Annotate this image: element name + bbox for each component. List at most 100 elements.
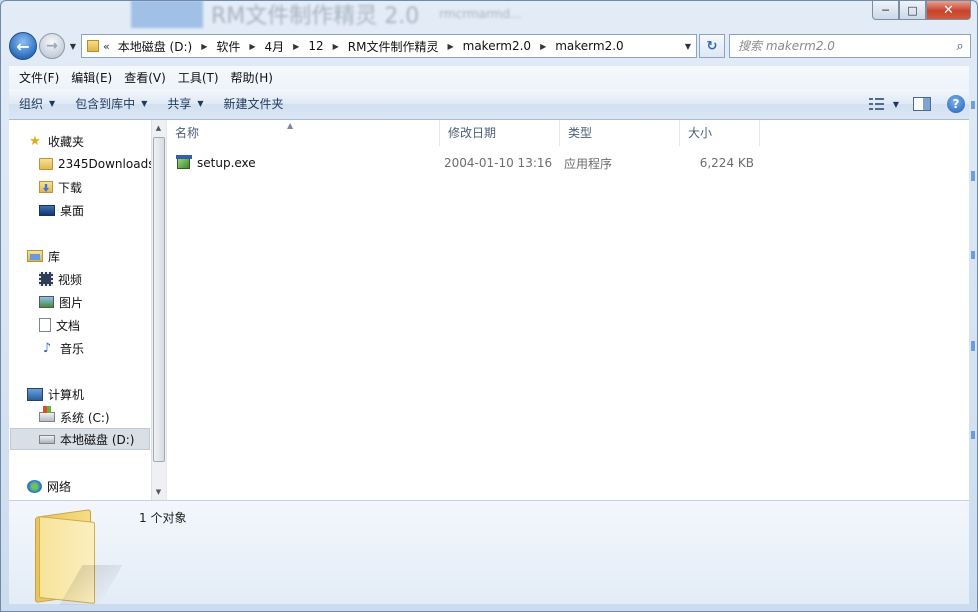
new-folder-button[interactable]: 新建文件夹 bbox=[214, 92, 294, 116]
column-header: 名称 ▲ 修改日期 类型 大小 bbox=[167, 120, 969, 146]
sidebar-item-drive-c[interactable]: 系统 (C:) bbox=[39, 406, 110, 428]
sidebar-item-drive-d[interactable]: 本地磁盘 (D:) bbox=[10, 428, 150, 450]
minimize-button[interactable]: ─ bbox=[872, 1, 899, 20]
sidebar-item-libraries[interactable]: 库 bbox=[27, 245, 60, 267]
sidebar-item-documents[interactable]: 文档 bbox=[39, 314, 80, 336]
scroll-up-icon[interactable]: ▲ bbox=[152, 124, 165, 132]
help-icon[interactable]: ? bbox=[947, 95, 965, 113]
search-input[interactable] bbox=[738, 39, 950, 53]
share-label: 共享 bbox=[167, 97, 192, 111]
folder-icon bbox=[87, 40, 99, 52]
sidebar-item-2345downloads[interactable]: 2345Downloads bbox=[39, 153, 151, 175]
sidebar-item-videos[interactable]: 视频 bbox=[39, 268, 82, 290]
address-dropdown-icon[interactable]: ▼ bbox=[680, 42, 696, 51]
sidebar-item-desktop[interactable]: 桌面 bbox=[39, 199, 84, 221]
file-size: 6,224 KB bbox=[699, 156, 754, 170]
column-date-modified[interactable]: 修改日期 bbox=[440, 120, 560, 146]
refresh-button[interactable]: ↻ bbox=[699, 34, 725, 58]
navigation-scrollbar[interactable]: ▲ ▼ bbox=[151, 120, 166, 500]
column-date-label: 修改日期 bbox=[448, 126, 497, 140]
organize-button[interactable]: 组织 ▼ bbox=[9, 92, 65, 116]
library-icon bbox=[27, 250, 43, 262]
caption-buttons: ─ □ ✕ bbox=[872, 1, 971, 20]
large-folder-icon bbox=[31, 505, 123, 605]
include-in-library-button[interactable]: 包含到库中 ▼ bbox=[65, 92, 157, 116]
column-name[interactable]: 名称 ▲ bbox=[167, 120, 440, 146]
column-size[interactable]: 大小 bbox=[680, 120, 760, 146]
menu-help[interactable]: 帮助(H) bbox=[225, 67, 279, 89]
maximize-button[interactable]: □ bbox=[899, 1, 926, 20]
menu-view[interactable]: 查看(V) bbox=[118, 67, 172, 89]
menu-edit[interactable]: 编辑(E) bbox=[65, 67, 118, 89]
navigation-pane: ★ 收藏夹 2345Downloads 下载 桌面 库 视频 图片 文档 ♪ 音… bbox=[9, 120, 151, 500]
menu-file[interactable]: 文件(F) bbox=[13, 67, 65, 89]
explorer-window: RM文件制作精灵 2.0 rmcrmarmd... ─ □ ✕ ← → ▼ « … bbox=[0, 0, 978, 612]
music-note-icon: ♪ bbox=[42, 340, 52, 356]
content-area: ★ 收藏夹 2345Downloads 下载 桌面 库 视频 图片 文档 ♪ 音… bbox=[9, 120, 969, 500]
background-window-edge bbox=[969, 61, 977, 611]
sidebar-item-music[interactable]: ♪ 音乐 bbox=[39, 337, 84, 359]
column-type[interactable]: 类型 bbox=[560, 120, 680, 146]
background-app-logo bbox=[131, 1, 203, 28]
view-options-dropdown-icon[interactable]: ▼ bbox=[893, 100, 899, 109]
sidebar-item-network[interactable]: 网络 bbox=[27, 475, 71, 497]
address-bar[interactable]: « 本地磁盘 (D:) ▶ 软件 ▶ 4月 ▶ 12 ▶ RM文件制作精灵 ▶ … bbox=[81, 34, 697, 58]
sidebar-item-label: 图片 bbox=[59, 295, 84, 310]
breadcrumb-item[interactable]: RM文件制作精灵 bbox=[348, 38, 439, 55]
scrollbar-thumb[interactable] bbox=[153, 137, 165, 462]
breadcrumb-item[interactable]: 本地磁盘 (D:) bbox=[118, 38, 192, 55]
back-button[interactable]: ← bbox=[9, 32, 37, 60]
document-icon bbox=[39, 318, 51, 332]
share-button[interactable]: 共享 ▼ bbox=[157, 92, 213, 116]
breadcrumb: 本地磁盘 (D:) ▶ 软件 ▶ 4月 ▶ 12 ▶ RM文件制作精灵 ▶ ma… bbox=[118, 38, 624, 55]
table-row[interactable]: setup.exe 2004-01-10 13:16 应用程序 6,224 KB bbox=[176, 152, 766, 174]
search-icon[interactable]: ⌕ bbox=[950, 39, 970, 54]
sidebar-item-favorites[interactable]: ★ 收藏夹 bbox=[27, 130, 84, 152]
sidebar-item-downloads[interactable]: 下载 bbox=[39, 176, 82, 198]
background-subtitle-text: rmcrmarmd... bbox=[439, 7, 522, 21]
folder-icon bbox=[39, 158, 53, 170]
breadcrumb-overflow[interactable]: « bbox=[103, 40, 110, 53]
refresh-icon: ↻ bbox=[706, 38, 718, 54]
star-icon: ★ bbox=[29, 133, 41, 149]
back-arrow-icon: ← bbox=[16, 36, 30, 56]
breadcrumb-separator-icon[interactable]: ▶ bbox=[293, 42, 299, 51]
sidebar-item-label: 本地磁盘 (D:) bbox=[60, 432, 135, 447]
column-size-label: 大小 bbox=[688, 126, 713, 140]
chevron-down-icon: ▼ bbox=[49, 99, 56, 108]
breadcrumb-item[interactable]: makerm2.0 bbox=[463, 39, 531, 53]
sidebar-item-label: 视频 bbox=[58, 272, 83, 287]
sidebar-item-label: 音乐 bbox=[60, 341, 85, 356]
menu-tools[interactable]: 工具(T) bbox=[172, 67, 225, 89]
breadcrumb-item[interactable]: 4月 bbox=[265, 38, 285, 55]
sort-ascending-icon: ▲ bbox=[287, 121, 294, 130]
change-view-icon[interactable] bbox=[868, 97, 885, 111]
background-app-title: RM文件制作精灵 2.0 rmcrmarmd... bbox=[131, 1, 561, 29]
breadcrumb-separator-icon[interactable]: ▶ bbox=[540, 42, 546, 51]
forward-button[interactable]: → bbox=[39, 33, 65, 59]
sidebar-item-computer[interactable]: 计算机 bbox=[27, 383, 84, 405]
search-box[interactable]: ⌕ bbox=[729, 34, 971, 58]
recent-pages-dropdown[interactable]: ▼ bbox=[67, 42, 79, 51]
breadcrumb-separator-icon[interactable]: ▶ bbox=[201, 42, 207, 51]
picture-icon bbox=[39, 296, 54, 308]
preview-pane-icon[interactable] bbox=[913, 97, 931, 111]
breadcrumb-item[interactable]: 12 bbox=[308, 39, 323, 53]
new-folder-label: 新建文件夹 bbox=[223, 97, 284, 111]
breadcrumb-item[interactable]: 软件 bbox=[216, 38, 240, 55]
column-type-label: 类型 bbox=[568, 126, 593, 140]
breadcrumb-separator-icon[interactable]: ▶ bbox=[447, 42, 453, 51]
menu-bar: 文件(F) 编辑(E) 查看(V) 工具(T) 帮助(H) bbox=[9, 65, 969, 89]
details-pane: 1 个对象 bbox=[9, 500, 969, 605]
include-in-library-label: 包含到库中 bbox=[75, 97, 136, 111]
background-title-text: RM文件制作精灵 2.0 bbox=[211, 4, 420, 29]
sidebar-item-pictures[interactable]: 图片 bbox=[39, 291, 83, 313]
view-controls: ▼ ? bbox=[868, 95, 969, 113]
breadcrumb-separator-icon[interactable]: ▶ bbox=[333, 42, 339, 51]
organize-label: 组织 bbox=[19, 97, 44, 111]
breadcrumb-item[interactable]: makerm2.0 bbox=[555, 39, 623, 53]
breadcrumb-separator-icon[interactable]: ▶ bbox=[249, 42, 255, 51]
close-button[interactable]: ✕ bbox=[926, 1, 971, 20]
scroll-down-icon[interactable]: ▼ bbox=[152, 488, 165, 496]
sidebar-item-label: 计算机 bbox=[48, 387, 85, 402]
